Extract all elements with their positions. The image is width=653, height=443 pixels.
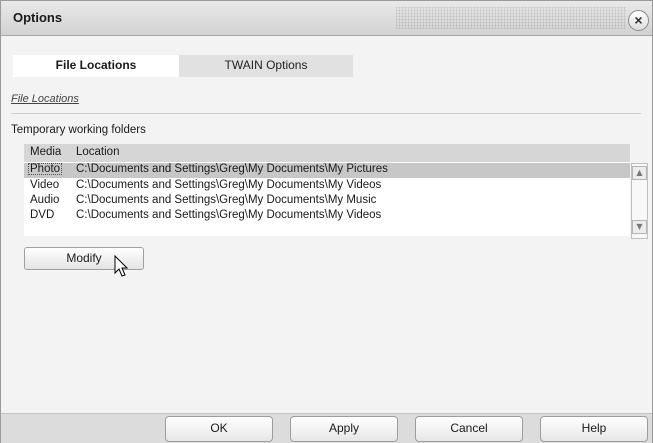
table-row[interactable]: Audio C:\Documents and Settings\Greg\My … (24, 194, 630, 209)
row-media: DVD (30, 209, 55, 221)
row-media: Photo (28, 163, 63, 175)
column-header-location[interactable]: Location (76, 146, 119, 158)
title-bar[interactable]: Options × (1, 1, 652, 36)
row-location: C:\Documents and Settings\Greg\My Docume… (76, 179, 382, 191)
close-icon[interactable]: × (628, 10, 649, 31)
mouse-pointer-icon (114, 255, 129, 277)
apply-button[interactable]: Apply (290, 416, 398, 442)
list-header: Media Location (24, 144, 630, 162)
scroll-down-arrow-icon[interactable]: ▼ (632, 220, 647, 234)
divider (11, 113, 641, 114)
options-dialog: Options × File Locations TWAIN Options F… (0, 0, 653, 443)
table-row[interactable]: DVD C:\Documents and Settings\Greg\My Do… (24, 209, 630, 224)
vertical-scrollbar[interactable]: ▲ ▼ (631, 163, 648, 239)
section-label: Temporary working folders (11, 124, 146, 136)
scroll-up-arrow-icon[interactable]: ▲ (632, 166, 647, 180)
cancel-button[interactable]: Cancel (415, 416, 523, 442)
table-row[interactable]: Photo C:\Documents and Settings\Greg\My … (24, 163, 630, 178)
table-row[interactable]: Video C:\Documents and Settings\Greg\My … (24, 179, 630, 194)
tab-file-locations[interactable]: File Locations (13, 55, 179, 77)
title-bar-texture (396, 7, 626, 29)
tab-twain-options[interactable]: TWAIN Options (179, 55, 353, 77)
folder-list[interactable]: Media Location Photo C:\Documents and Se… (24, 144, 630, 236)
ok-button[interactable]: OK (165, 416, 273, 442)
row-location: C:\Documents and Settings\Greg\My Docume… (76, 194, 377, 206)
column-header-media[interactable]: Media (30, 146, 61, 158)
row-location: C:\Documents and Settings\Greg\My Docume… (76, 209, 382, 221)
breadcrumb[interactable]: File Locations (11, 93, 79, 105)
row-media: Video (30, 179, 60, 191)
help-button[interactable]: Help (540, 416, 648, 442)
row-media: Audio (30, 194, 60, 206)
dialog-title: Options (13, 10, 63, 25)
row-location: C:\Documents and Settings\Greg\My Docume… (76, 163, 388, 175)
